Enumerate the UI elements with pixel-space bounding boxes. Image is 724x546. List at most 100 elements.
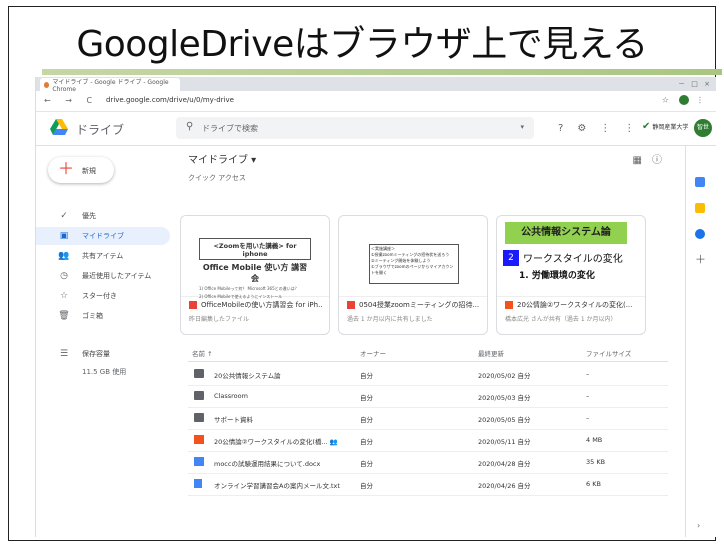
new-button[interactable]: ＋ 新規 xyxy=(48,157,114,183)
card-thumbnail: 公共情報システム論 2 ワークスタイルの変化 1. 労働環境の変化 xyxy=(497,216,645,297)
url-field[interactable]: drive.google.com/drive/u/0/my-drive xyxy=(106,96,234,104)
file-table-header: 名前 ↑ オーナー 最終更新 ファイルサイズ xyxy=(188,343,668,362)
column-owner[interactable]: オーナー xyxy=(360,348,386,358)
sidebar-item-recent[interactable]: ◷ 最近使用したアイテム xyxy=(36,267,176,285)
settings-icon[interactable]: ⚙ xyxy=(577,123,600,134)
grid-view-icon[interactable]: ▦ xyxy=(633,155,652,166)
info-icon[interactable]: ⓘ xyxy=(652,155,672,166)
thumb-banner: 公共情報システム論 xyxy=(505,222,627,244)
side-panel-rail: ＋ › xyxy=(685,145,716,537)
address-bar: ← → C drive.google.com/drive/u/0/my-driv… xyxy=(36,91,716,112)
drive-header: ドライブ ⚲ ドライブで検索 ▾ ?⚙⋮⋮ ✔ 静岡産業大学 智世 xyxy=(36,111,716,146)
sidebar-item-trash[interactable]: 🗑 ゴミ箱 xyxy=(36,307,176,325)
bookmark-star-icon[interactable]: ☆ xyxy=(662,96,673,105)
storage-icon: ☰ xyxy=(59,349,69,359)
card-subtitle: 昨日編集したファイル xyxy=(189,316,250,323)
sidebar-item-label: マイドライブ xyxy=(82,232,124,240)
slides-file-icon xyxy=(347,301,355,309)
table-row[interactable]: Classroom 自分 2020/05/03 自分 – xyxy=(188,385,668,408)
thumb-heading: <Zoomを用いた講義> for iphone xyxy=(199,238,311,260)
card-name-text: 20公情論②ワークスタイルの変化(... xyxy=(517,301,633,309)
card-name: OfficeMobileの使い方講習会 for iPh... xyxy=(189,300,323,310)
thumbnail-slide: <Zoomを用いた講義> for iphone Office Mobile 使い… xyxy=(199,238,311,299)
file-modified: 2020/05/03 自分 xyxy=(478,394,531,402)
folder-icon xyxy=(194,391,204,400)
org-name: 静岡産業大学 xyxy=(652,124,689,131)
sidebar-item-shared[interactable]: 👥 共有アイテム xyxy=(36,247,176,265)
file-size: 35 KB xyxy=(586,458,606,466)
file-size: – xyxy=(586,370,590,378)
search-icon: ⚲ xyxy=(186,121,194,132)
user-avatar[interactable]: 智世 xyxy=(694,119,712,137)
file-name: サポート資料 xyxy=(214,416,253,424)
search-input[interactable]: ⚲ ドライブで検索 ▾ xyxy=(176,117,534,139)
card-thumbnail: ＜実施講座＞ ①授業zoomミーティングの招待状を送ろう ②ミーティング開始を体… xyxy=(339,216,487,297)
nav-buttons[interactable]: ← → C xyxy=(44,96,98,105)
search-options-icon[interactable]: ▾ xyxy=(520,123,524,131)
star-icon: ☆ xyxy=(59,291,69,301)
app-name: ドライブ xyxy=(76,123,125,137)
tasks-icon[interactable] xyxy=(695,229,705,239)
thumb-number: 2 xyxy=(503,250,519,266)
file-modified: 2020/05/02 自分 xyxy=(478,372,531,380)
table-row[interactable]: サポート資料 自分 2020/05/05 自分 – xyxy=(188,407,668,430)
clock-icon: ◷ xyxy=(60,271,68,281)
window-controls[interactable]: － □ × xyxy=(678,79,712,89)
column-name[interactable]: 名前 ↑ xyxy=(192,348,213,358)
storage-used: 11.5 GB 使用 xyxy=(82,368,127,376)
quick-access-card[interactable]: ＜実施講座＞ ①授業zoomミーティングの招待状を送ろう ②ミーティング開始を体… xyxy=(338,215,488,335)
file-modified: 2020/04/28 自分 xyxy=(478,460,531,468)
file-size: – xyxy=(586,414,590,422)
expand-panel-icon[interactable]: › xyxy=(697,521,700,530)
breadcrumb[interactable]: マイドライブ ▾ xyxy=(188,151,256,166)
sidebar-item-label: スター付き xyxy=(82,292,117,300)
quick-access-card[interactable]: <Zoomを用いた講義> for iphone Office Mobile 使い… xyxy=(180,215,330,335)
folder-icon xyxy=(194,413,204,422)
table-row[interactable]: 20公情論②ワークスタイルの変化(橋... 👥 自分 2020/05/11 自分… xyxy=(188,429,668,452)
thumb-line: 1) Office Mobileって何？ Microsoft 365との違いは？ xyxy=(199,286,299,291)
card-name: 20公情論②ワークスタイルの変化(... xyxy=(505,300,639,310)
add-addon-icon[interactable]: ＋ xyxy=(695,251,706,267)
sidebar-item-storage[interactable]: ☰ 保存容量 xyxy=(36,345,176,363)
sidebar-item-starred[interactable]: ☆ スター付き xyxy=(36,287,176,305)
browser-menu-icon[interactable]: ⋮ xyxy=(696,96,708,105)
card-subtitle: 橋本広光 さんが共有（過去 1 か月以内） xyxy=(505,316,617,323)
check-icon: ✓ xyxy=(60,211,68,221)
card-name-text: 0504授業zoomミーティングの招待... xyxy=(359,301,480,309)
file-name: moccの試験運用結果について.docx xyxy=(214,460,321,468)
quick-access-card[interactable]: 公共情報システム論 2 ワークスタイルの変化 1. 労働環境の変化 20公情論②… xyxy=(496,215,646,335)
calendar-icon[interactable] xyxy=(695,177,705,187)
file-modified: 2020/05/11 自分 xyxy=(478,438,531,446)
column-size[interactable]: ファイルサイズ xyxy=(586,348,631,358)
sidebar-item-label: 共有アイテム xyxy=(82,252,124,260)
thumb-subtitle: 1. 労働環境の変化 xyxy=(519,271,595,281)
browser-screenshot: マイドライブ - Google ドライブ - Google Chrome － □… xyxy=(35,77,716,537)
file-owner: 自分 xyxy=(360,416,373,424)
browser-tab[interactable]: マイドライブ - Google ドライブ - Google Chrome xyxy=(40,78,180,93)
help-icon[interactable]: ? xyxy=(558,123,577,134)
table-row[interactable]: moccの試験運用結果について.docx 自分 2020/04/28 自分 35… xyxy=(188,451,668,474)
org-logo-icon: ✔ xyxy=(642,121,651,132)
table-row[interactable]: 20公共情報システム論 自分 2020/05/02 自分 – xyxy=(188,363,668,386)
plus-icon: ＋ xyxy=(58,159,75,178)
header-icons: ?⚙⋮⋮ xyxy=(558,123,648,134)
file-size: – xyxy=(586,392,590,400)
thumbnail-slide: ＜実施講座＞ ①授業zoomミーティングの招待状を送ろう ②ミーティング開始を体… xyxy=(369,244,459,284)
file-owner: 自分 xyxy=(360,460,373,468)
table-row[interactable]: オンライン学習講習会Aの案内メール文.txt 自分 2020/04/26 自分 … xyxy=(188,473,668,496)
thumb-title: ワークスタイルの変化 xyxy=(523,254,623,265)
profile-avatar[interactable] xyxy=(679,95,690,105)
sidebar-item-my-drive[interactable]: ▣ マイドライブ xyxy=(36,227,170,245)
org-badge: ✔ 静岡産業大学 xyxy=(642,121,688,132)
drive-logo-icon[interactable] xyxy=(50,119,68,135)
file-size: 4 MB xyxy=(586,436,603,444)
column-modified[interactable]: 最終更新 xyxy=(478,348,504,358)
sidebar-item-label: 保存容量 xyxy=(82,350,110,358)
drive-folder-icon: ▣ xyxy=(59,231,69,241)
text-file-icon xyxy=(194,479,202,488)
sidebar-item-label: ゴミ箱 xyxy=(82,312,103,320)
sidebar-item-priority[interactable]: ✓ 優先 xyxy=(36,207,176,225)
file-name: オンライン学習講習会Aの案内メール文.txt xyxy=(214,482,340,490)
keep-icon[interactable] xyxy=(695,203,705,213)
file-name: Classroom xyxy=(214,392,248,400)
